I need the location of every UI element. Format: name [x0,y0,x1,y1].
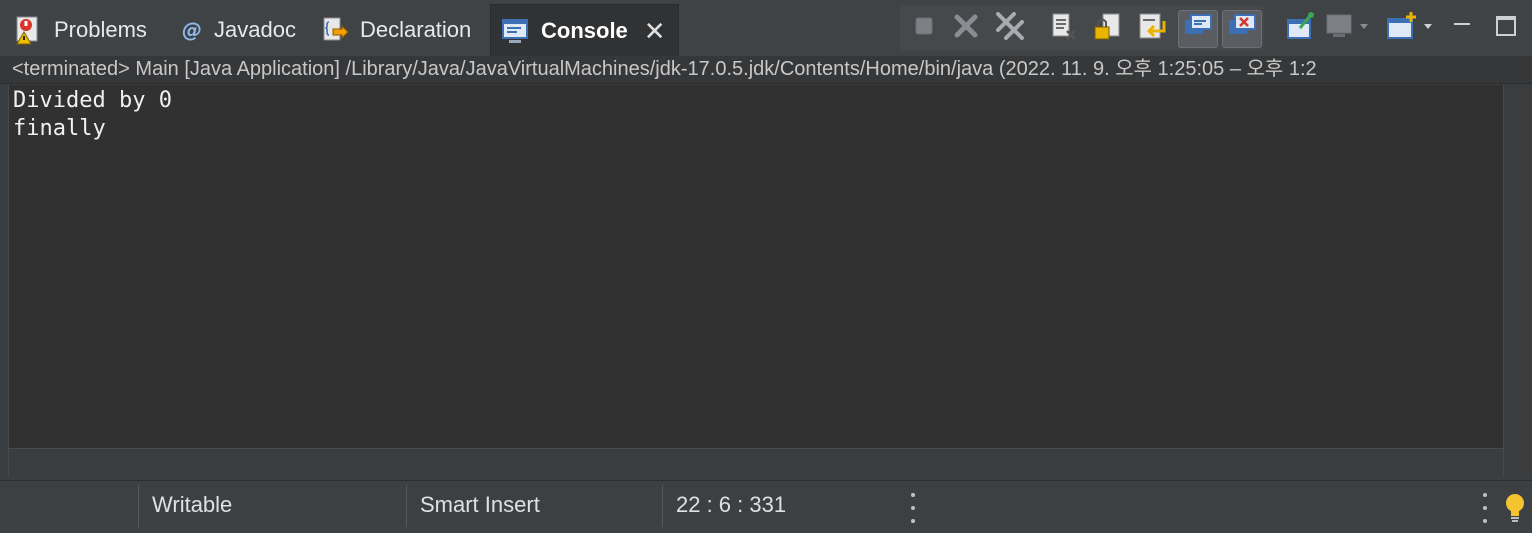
lightbulb-icon[interactable] [1502,491,1530,531]
tab-console[interactable]: Console ✕ [490,4,679,57]
status-separator [138,485,139,527]
status-drag-handle[interactable] [910,493,916,523]
pin-console-button[interactable] [1280,10,1320,46]
word-wrap-button[interactable] [1134,10,1170,46]
remove-all-icon [994,10,1026,47]
console-line: finally [13,116,106,141]
insert-mode-status: Smart Insert [420,492,540,517]
display-selected-console-button[interactable] [1324,10,1370,46]
view-tab-bar: Problems @ Javadoc Declaration Console ✕ [0,0,1532,57]
svg-text:@: @ [182,18,202,42]
maximize-icon [1494,14,1518,43]
tab-label: Declaration [360,17,472,42]
remove-icon [952,12,980,45]
minimize-icon [1450,12,1474,41]
console-icon [501,16,531,46]
display-console-icon [1324,11,1370,46]
pin-icon [1284,10,1316,47]
remove-launch-button[interactable] [948,10,984,46]
word-wrap-icon [1137,11,1167,46]
console-toolbar [900,6,1264,50]
new-console-icon [1384,10,1436,47]
show-console-on-error-button[interactable] [1222,10,1262,48]
console-output[interactable]: Divided by 0 finally [8,85,1504,449]
stop-icon [912,14,936,43]
cursor-position-status: 22 : 6 : 331 [676,492,787,517]
vertical-scrollbar[interactable] [1504,85,1532,477]
show-error-icon [1227,12,1257,47]
show-output-icon [1183,12,1213,47]
scroll-lock-button[interactable] [1090,10,1126,46]
tab-declaration[interactable]: Declaration [320,4,471,56]
clear-console-button[interactable] [1046,10,1082,46]
status-bar: Writable Smart Insert 22 : 6 : 331 [0,480,1532,533]
javadoc-icon: @ [180,15,204,45]
tab-javadoc[interactable]: @ Javadoc [180,4,296,56]
clear-icon [1049,11,1079,46]
process-description: <terminated> Main [Java Application] /Li… [0,56,1532,84]
minimize-view-button[interactable] [1444,8,1480,44]
status-drag-handle[interactable] [1482,493,1488,523]
tab-label: Problems [54,17,147,42]
writable-status: Writable [152,492,233,517]
declaration-icon [320,15,350,45]
tab-label: Console [541,18,628,43]
tab-problems[interactable]: Problems [14,4,147,56]
scroll-lock-icon [1093,11,1123,46]
show-console-on-output-button[interactable] [1178,10,1218,48]
remove-all-terminated-button[interactable] [992,10,1028,46]
problems-icon [14,15,44,45]
status-separator [662,485,663,527]
status-separator [406,485,407,527]
maximize-view-button[interactable] [1488,10,1524,46]
tab-label: Javadoc [214,17,296,42]
terminate-button[interactable] [906,10,942,46]
close-icon[interactable]: ✕ [644,18,666,44]
horizontal-scrollbar[interactable] [8,449,1504,477]
open-console-button[interactable] [1384,10,1436,46]
console-line: Divided by 0 [13,88,172,113]
